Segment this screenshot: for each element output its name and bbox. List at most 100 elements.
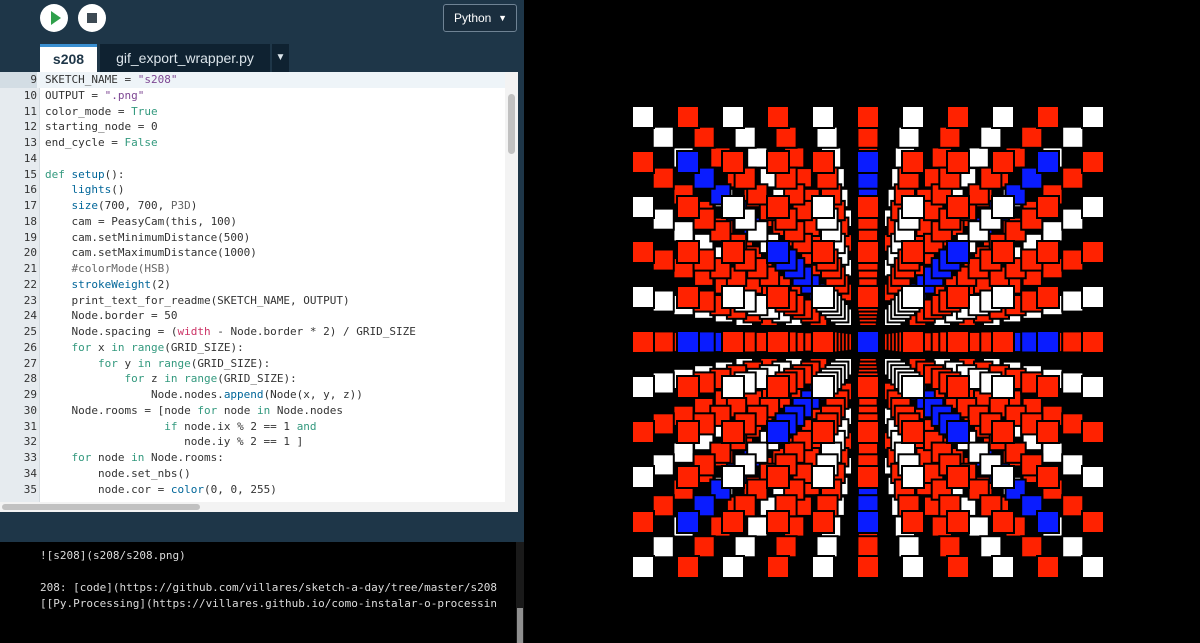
code-line[interactable]: 35 node.cor = color(0, 0, 255) — [0, 482, 505, 498]
run-button[interactable] — [40, 4, 68, 32]
cube-front-face — [631, 375, 655, 399]
cube-front-face — [856, 465, 880, 489]
code-line[interactable]: 17 size(700, 700, P3D) — [0, 198, 505, 214]
cube-front-face — [721, 105, 745, 129]
toolbar: Python ▼ — [0, 0, 524, 44]
cube-front-face — [991, 330, 1015, 354]
code-line[interactable]: 19 cam.setMinimumDistance(500) — [0, 230, 505, 246]
line-number: 10 — [23, 88, 37, 102]
code-line[interactable]: 28 for z in range(GRID_SIZE): — [0, 371, 505, 387]
cube-front-face — [766, 375, 790, 399]
cube-extrusion-layer — [1061, 535, 1085, 559]
scrollbar-thumb[interactable] — [517, 608, 523, 643]
console-scrollbar[interactable] — [516, 542, 524, 643]
cube-extrusion-layer — [774, 535, 798, 559]
code-text: size(700, 700, P3D) — [71, 199, 198, 212]
line-number: 25 — [23, 325, 37, 338]
cube-extrusion-layer — [815, 535, 839, 559]
cube-front-face — [1036, 375, 1060, 399]
code-line[interactable]: 20 cam.setMaximumDistance(1000) — [0, 245, 505, 261]
code-line[interactable]: 15 def setup(): — [0, 167, 505, 183]
cube-front-face — [811, 375, 835, 399]
cube-front-face — [991, 510, 1015, 534]
code-line[interactable]: 11 color_mode = True — [0, 104, 505, 120]
tab-gif-export-wrapper[interactable]: gif_export_wrapper.py — [100, 44, 270, 72]
line-number: 12 — [23, 120, 37, 134]
code-text: print_text_for_readme(SKETCH_NAME, OUTPU… — [45, 293, 350, 307]
cube-front-face — [811, 150, 835, 174]
cube-front-face — [631, 420, 655, 444]
code-text: Node.nodes.append(Node(x, y, z)) — [45, 388, 363, 401]
stop-button[interactable] — [78, 4, 106, 32]
cube-front-face — [811, 555, 835, 579]
line-number: 22 — [23, 277, 37, 291]
code-line[interactable]: 22 strokeWeight(2) — [0, 277, 505, 293]
code-line[interactable]: 16 lights() — [0, 182, 505, 198]
code-line[interactable]: 31 if node.ix % 2 == 1 and — [0, 419, 505, 435]
cube-front-face — [901, 510, 925, 534]
code-text: Node.border = 50 — [45, 309, 178, 323]
code-line[interactable]: 14 — [0, 151, 505, 167]
tab-s208[interactable]: s208 — [40, 44, 97, 72]
code-line[interactable]: 18 cam = PeasyCam(this, 100) — [0, 214, 505, 230]
scrollbar-thumb[interactable] — [2, 504, 200, 510]
tab-bar: s208 gif_export_wrapper.py ▼ — [0, 44, 524, 72]
code-line[interactable]: 24 Node.border = 50 — [0, 308, 505, 324]
editor-horizontal-scrollbar[interactable] — [0, 502, 518, 512]
cube-extrusion-layer — [1020, 125, 1044, 149]
code-line[interactable]: 29 Node.nodes.append(Node(x, y, z)) — [0, 387, 505, 403]
cube-extrusion-layer — [967, 146, 990, 169]
code-line[interactable]: 33 for node in Node.rooms: — [0, 450, 505, 466]
cube-front-face — [901, 555, 925, 579]
line-number: 21 — [23, 262, 37, 275]
code-line[interactable]: 23 print_text_for_readme(SKETCH_NAME, OU… — [0, 293, 505, 309]
code-line[interactable]: 9 SKETCH_NAME = "s208" — [0, 72, 505, 88]
mode-dropdown[interactable]: Python ▼ — [443, 4, 517, 32]
code-line[interactable]: 32 node.iy % 2 == 1 ] — [0, 434, 505, 450]
code-line[interactable]: 34 node.set_nbs() — [0, 466, 505, 482]
cube-front-face — [946, 420, 970, 444]
cube-front-face — [946, 285, 970, 309]
code-line[interactable]: 13 end_cycle = False — [0, 135, 505, 151]
cube-front-face — [856, 195, 880, 219]
cube-front-face — [721, 420, 745, 444]
cube-front-face — [991, 420, 1015, 444]
cube-front-face — [631, 150, 655, 174]
cube-front-face — [1081, 375, 1105, 399]
cube-front-face — [991, 195, 1015, 219]
line-number: 31 — [23, 419, 37, 433]
tab-menu-chevron-icon[interactable]: ▼ — [272, 44, 289, 72]
code-line[interactable]: 10 OUTPUT = ".png" — [0, 88, 505, 104]
code-text: def setup(): — [45, 167, 125, 181]
code-line[interactable]: 21 #colorMode(HSB) — [0, 261, 505, 277]
code-editor[interactable]: 9 SKETCH_NAME = "s208" 10 OUTPUT = ".png" 11… — [0, 72, 518, 502]
cube-front-face — [676, 195, 700, 219]
code-line[interactable]: 26 for x in range(GRID_SIZE): — [0, 340, 505, 356]
cube-front-face — [676, 285, 700, 309]
cube-front-face — [1081, 330, 1105, 354]
code-line[interactable]: 25 Node.spacing = (width - Node.border *… — [0, 324, 505, 340]
cube-extrusion-layer — [746, 146, 769, 169]
code-line[interactable]: 12 starting_node = 0 — [0, 119, 505, 135]
line-number: 19 — [23, 230, 37, 244]
cube-front-face — [1036, 105, 1060, 129]
cube-front-face — [901, 195, 925, 219]
code-text: for z in range(GRID_SIZE): — [124, 372, 297, 386]
cube-front-face — [766, 465, 790, 489]
cube-extrusion-layer — [938, 535, 962, 559]
cube-front-face — [856, 420, 880, 444]
console-divider[interactable] — [0, 512, 524, 542]
cube-front-face — [1036, 330, 1060, 354]
cube-front-face — [1081, 105, 1105, 129]
cube-extrusion-layer — [979, 125, 1003, 149]
cube-front-face — [721, 330, 745, 354]
editor-vertical-scrollbar[interactable] — [505, 72, 518, 502]
code-text: strokeWeight(2) — [71, 277, 171, 291]
cube-extrusion-layer — [746, 515, 769, 538]
code-lines: 9 SKETCH_NAME = "s208" 10 OUTPUT = ".png" 11… — [0, 72, 505, 497]
code-line[interactable]: 27 for y in range(GRID_SIZE): — [0, 356, 505, 372]
scrollbar-thumb[interactable] — [508, 94, 515, 154]
code-line[interactable]: 30 Node.rooms = [node for node in Node.n… — [0, 403, 505, 419]
cube-front-face — [991, 240, 1015, 264]
console-output: ![s208](s208/s208.png) 208: [code](https:… — [0, 542, 524, 643]
